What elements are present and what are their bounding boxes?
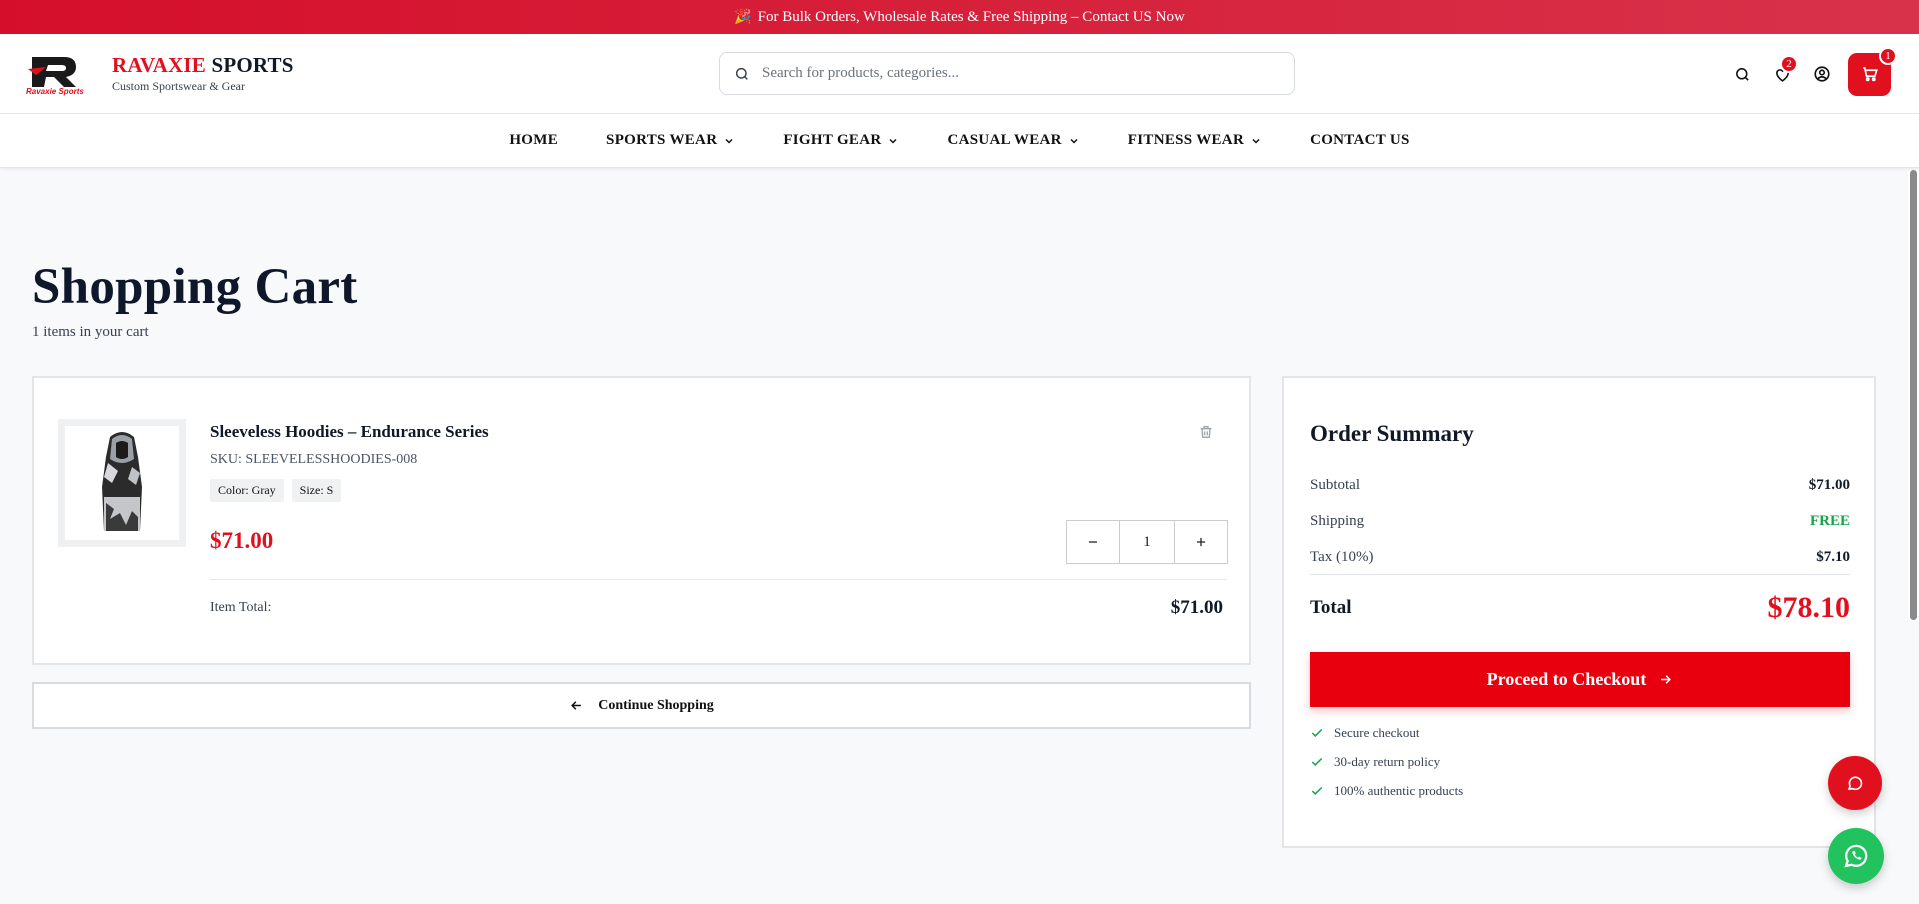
chevron-down-icon [1070, 138, 1078, 144]
plus-icon [1196, 537, 1206, 547]
nav-home[interactable]: HOME [509, 132, 558, 149]
tax-row: Tax (10%) $7.10 [1310, 549, 1850, 566]
nav-sports-wear[interactable]: SPORTS WEAR [606, 132, 735, 149]
user-circle-icon [1814, 66, 1830, 82]
trust-bullets: Secure checkout 30-day return policy 100… [1310, 725, 1463, 799]
trash-icon [1200, 426, 1212, 438]
chevron-down-icon [725, 138, 733, 144]
logo-mark-icon: Ravaxie Sports [24, 51, 96, 97]
brand-name: RAVAXIE SPORTS [112, 53, 294, 77]
product-thumbnail[interactable] [58, 419, 186, 547]
page-scrollbar[interactable] [1908, 170, 1919, 620]
total-label: Total [1310, 597, 1352, 618]
product-price: $71.00 [210, 528, 274, 553]
quantity-stepper: 1 [1066, 520, 1228, 564]
order-summary-card: Order Summary Subtotal $71.00 Shipping F… [1282, 376, 1876, 848]
summary-divider [1310, 574, 1850, 575]
scrollbar-thumb[interactable] [1910, 170, 1917, 620]
cart-header: Shopping Cart 1 items in your cart [32, 258, 1919, 341]
wishlist-count-badge: 2 [1780, 55, 1798, 73]
search-icon [1735, 67, 1749, 81]
continue-shopping-label: Continue Shopping [598, 697, 714, 713]
cart-item-count: 1 items in your cart [32, 324, 149, 340]
size-tag: Size: S [291, 479, 342, 502]
site-logo[interactable]: Ravaxie Sports RAVAXIE SPORTS Custom Spo… [24, 51, 294, 97]
promo-bar[interactable]: 🎉 For Bulk Orders, Wholesale Rates & Fre… [0, 0, 1919, 34]
item-total-value: $71.00 [1170, 597, 1223, 618]
header-actions: 2 1 [1722, 46, 1897, 97]
whatsapp-button[interactable] [1828, 828, 1884, 884]
minus-icon [1088, 541, 1098, 543]
tax-value: $7.10 [1816, 549, 1850, 565]
product-name[interactable]: Sleeveless Hoodies – Endurance Series [210, 422, 489, 442]
nav-fitness-wear[interactable]: FITNESS WEAR [1128, 132, 1262, 149]
increase-quantity-button[interactable] [1175, 521, 1227, 563]
search-icon [735, 67, 748, 80]
search-bar[interactable] [719, 52, 1295, 95]
shipping-value: FREE [1809, 513, 1850, 529]
nav-contact-us[interactable]: CONTACT US [1310, 132, 1410, 149]
site-header: Ravaxie Sports RAVAXIE SPORTS Custom Spo… [0, 34, 1919, 114]
subtotal-row: Subtotal $71.00 [1310, 477, 1850, 494]
whatsapp-icon [1844, 844, 1868, 868]
page-title: Shopping Cart [32, 259, 358, 315]
order-summary-title: Order Summary [1310, 421, 1474, 446]
proceed-to-checkout-button[interactable]: Proceed to Checkout [1310, 652, 1850, 707]
chevron-down-icon [1252, 138, 1260, 144]
remove-item-button[interactable] [1198, 424, 1216, 442]
continue-shopping-button[interactable]: Continue Shopping [32, 682, 1251, 729]
check-icon [1311, 786, 1323, 795]
variant-tags: Color: Gray Size: S [210, 479, 342, 502]
trust-bullet: 100% authentic products [1310, 783, 1463, 799]
color-tag: Color: Gray [210, 479, 284, 502]
live-chat-button[interactable] [1828, 756, 1882, 810]
tax-label: Tax (10%) [1310, 549, 1374, 565]
account-button[interactable] [1802, 51, 1842, 97]
cart-icon [1862, 67, 1878, 82]
header-search-button[interactable] [1722, 51, 1762, 97]
arrow-right-icon [1661, 675, 1672, 684]
check-icon [1311, 728, 1323, 737]
chevron-down-icon [889, 138, 898, 144]
trust-bullet: Secure checkout [1310, 725, 1463, 741]
checkout-label: Proceed to Checkout [1486, 669, 1647, 689]
search-input[interactable] [762, 65, 1262, 82]
total-value: $78.10 [1767, 591, 1851, 624]
item-total-label: Item Total: [210, 600, 272, 615]
arrow-left-icon [571, 701, 582, 710]
nav-casual-wear[interactable]: CASUAL WEAR [947, 132, 1079, 149]
brand-tagline: Custom Sportswear & Gear [112, 79, 245, 93]
promo-text: For Bulk Orders, Wholesale Rates & Free … [757, 8, 1185, 25]
decrease-quantity-button[interactable] [1067, 521, 1119, 563]
nav-fight-gear[interactable]: FIGHT GEAR [783, 132, 899, 149]
total-row: Total $78.10 [1310, 591, 1850, 625]
hoodie-image-icon [102, 432, 142, 531]
quantity-value[interactable]: 1 [1119, 521, 1175, 563]
subtotal-label: Subtotal [1310, 477, 1361, 493]
cart-count-badge: 1 [1879, 46, 1897, 65]
trust-bullet: 30-day return policy [1310, 754, 1463, 770]
logo-text: Ravaxie Sports [26, 86, 84, 96]
chat-bubble-icon [1847, 776, 1863, 791]
party-popper-icon: 🎉 [734, 9, 752, 25]
subtotal-value: $71.00 [1808, 477, 1850, 493]
shipping-row: Shipping FREE [1310, 513, 1850, 530]
item-divider [210, 579, 1227, 580]
check-icon [1311, 757, 1323, 766]
cart-item-card: Sleeveless Hoodies – Endurance Series SK… [32, 376, 1251, 665]
cart-button[interactable]: 1 [1848, 46, 1897, 96]
wishlist-button[interactable]: 2 [1762, 51, 1802, 97]
main-nav: HOME SPORTS WEAR FIGHT GEAR CASUAL WEAR … [0, 114, 1919, 168]
shipping-label: Shipping [1310, 513, 1365, 529]
product-sku: SKU: SLEEVELESSHOODIES-008 [210, 452, 418, 467]
